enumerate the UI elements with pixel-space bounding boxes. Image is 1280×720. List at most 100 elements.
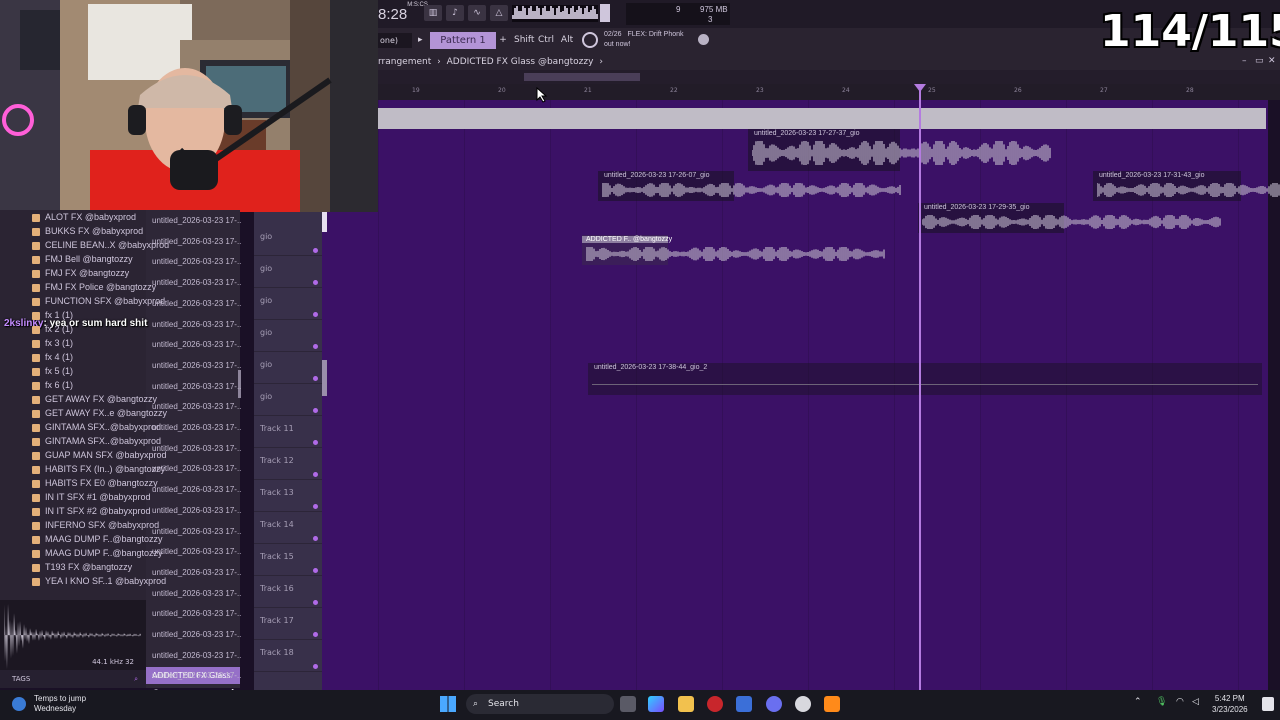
track-mute-icon[interactable] — [313, 248, 318, 253]
clip-list-item[interactable]: untitled_2026-03-23 17-.. — [152, 361, 241, 370]
clip-list-item[interactable]: untitled_2026-03-23 17-.. — [152, 589, 241, 598]
volume-icon[interactable]: ◁ — [1192, 697, 1199, 707]
clip-list-item[interactable]: untitled_2026-03-23 17-.. — [152, 299, 241, 308]
master-volume-meter[interactable] — [600, 4, 610, 22]
add-pattern-button[interactable]: + — [497, 33, 509, 48]
clip-list-item[interactable]: untitled_2026-03-23 17-.. — [152, 609, 241, 618]
browser-item[interactable]: GINTAMA SFX..@babyxprod — [45, 436, 161, 446]
track-scroll-handle[interactable] — [322, 212, 327, 232]
breadcrumb-section[interactable]: rrangement — [378, 57, 431, 67]
browser-item[interactable]: YEA I KNO SF..1 @babyxprod — [45, 576, 166, 586]
track-header[interactable]: Track 12 — [254, 448, 322, 480]
track-header[interactable]: Track 11 — [254, 416, 322, 448]
browser-item[interactable]: BUKKS FX @babyxprod — [45, 226, 143, 236]
clip-list-item[interactable]: untitled_2026-03-23 17-.. — [152, 423, 241, 432]
track-mute-icon[interactable] — [313, 600, 318, 605]
metronome-icon[interactable]: △ — [490, 5, 508, 21]
track-mute-icon[interactable] — [313, 376, 318, 381]
track-mute-icon[interactable] — [313, 504, 318, 509]
copilot-icon[interactable] — [648, 696, 664, 712]
audio-clip[interactable]: untitled_2026-03-23 17-29-35_gio — [918, 203, 1221, 233]
taskbar-search[interactable]: ⌕ Search — [466, 694, 614, 714]
browser-item[interactable]: fx 4 (1) — [45, 352, 73, 362]
browser-item[interactable]: FMJ FX Police @bangtozzy — [45, 282, 156, 292]
browser-item[interactable]: HABITS FX E0 @bangtozzy — [45, 478, 158, 488]
browser-item[interactable]: HABITS FX (In..) @bangtozzy — [45, 464, 165, 474]
notification-icon[interactable] — [1262, 697, 1274, 711]
opera-icon[interactable] — [707, 696, 723, 712]
play-arrow-icon[interactable]: ▸ — [418, 35, 423, 45]
top-audio-clip[interactable] — [378, 108, 1266, 129]
browser-item[interactable]: fx 5 (1) — [45, 366, 73, 376]
track-header[interactable]: Track 14 — [254, 512, 322, 544]
track-mute-icon[interactable] — [313, 344, 318, 349]
browser-item[interactable]: MAAG DUMP F..@bangtozzy — [45, 548, 163, 558]
mode-select[interactable]: one) — [378, 33, 412, 48]
discord-icon[interactable] — [766, 696, 782, 712]
browser-item[interactable]: fx 3 (1) — [45, 338, 73, 348]
clip-list-item[interactable]: untitled_2026-03-23 17-.. — [152, 464, 241, 473]
globe-icon[interactable] — [698, 34, 709, 45]
browser-item[interactable]: fx 2 (1) — [45, 324, 73, 334]
task-view-icon[interactable] — [620, 696, 636, 712]
track-mute-icon[interactable] — [313, 632, 318, 637]
track-mute-icon[interactable] — [313, 440, 318, 445]
microphone-icon[interactable]: 🎙 — [1156, 697, 1167, 707]
settings-gear-icon[interactable] — [795, 696, 811, 712]
clip-list-item[interactable]: untitled_2026-03-23 17-.. — [152, 547, 241, 556]
audio-clip[interactable]: untitled_2026-03-23 17-26-07_gio — [598, 171, 901, 201]
audio-clip[interactable]: untitled_2026-03-23 17-31-43_gio — [1093, 171, 1280, 201]
track-mute-icon[interactable] — [313, 280, 318, 285]
browser-item[interactable]: GET AWAY FX..e @bangtozzy — [45, 408, 167, 418]
track-header[interactable]: Track 13 — [254, 480, 322, 512]
track-mute-icon[interactable] — [313, 536, 318, 541]
browser-item[interactable]: MAAG DUMP F..@bangtozzy — [45, 534, 163, 544]
audio-clip-selected[interactable]: ADDICTED F.. @bangtozzy — [582, 235, 885, 265]
clip-list-item[interactable]: untitled_2026-03-23 17-.. — [152, 237, 241, 246]
news-icon[interactable] — [582, 32, 598, 48]
taskbar-clock[interactable]: 5:42 PM 3/23/2026 — [1212, 693, 1248, 715]
clip-list-item[interactable]: untitled_2026-03-23 17-.. — [152, 382, 241, 391]
clip-list-item[interactable]: untitled_2026-03-23 17-.. — [152, 278, 241, 287]
clip-list-item[interactable]: untitled_2026-03-23 17-.. — [152, 444, 241, 453]
overview-window[interactable] — [524, 73, 640, 81]
browser-item[interactable]: GINTAMA SFX..@babyxprod — [45, 422, 161, 432]
browser-item[interactable]: FMJ Bell @bangtozzy — [45, 254, 133, 264]
track-header[interactable]: Track 16 — [254, 576, 322, 608]
search-icon[interactable]: ⌕ — [134, 670, 138, 688]
browser-item[interactable]: FUNCTION SFX @babyxprod — [45, 296, 165, 306]
track-mute-icon[interactable] — [313, 408, 318, 413]
clip-list-item[interactable]: untitled_2026-03-23 17-.. — [152, 651, 241, 660]
browser-item[interactable]: fx 6 (1) — [45, 380, 73, 390]
track-mute-icon[interactable] — [313, 568, 318, 573]
clip-list-item[interactable]: untitled_2026-03-23 17-.. — [152, 506, 241, 515]
store-icon[interactable] — [736, 696, 752, 712]
time-ruler[interactable] — [378, 84, 1280, 100]
track-header[interactable]: Track 15 — [254, 544, 322, 576]
maximize-icon[interactable]: ▭ — [1255, 56, 1264, 66]
tags-bar[interactable]: TAGS ⌕ — [0, 670, 146, 688]
track-header[interactable]: gio — [254, 256, 322, 288]
track-header[interactable]: Track 17 — [254, 608, 322, 640]
breadcrumb-item[interactable]: ADDICTED FX Glass @bangtozzy — [447, 57, 594, 67]
clip-list-item[interactable]: untitled_2026-03-23 17-.. — [152, 320, 241, 329]
wait-icon[interactable]: ∿ — [468, 5, 486, 21]
track-header[interactable]: Track 18 — [254, 640, 322, 672]
playhead[interactable] — [919, 86, 921, 690]
clip-list-item[interactable]: untitled_2026-03-23 17-.. — [152, 527, 241, 536]
close-icon[interactable]: ✕ — [1268, 56, 1276, 66]
wifi-icon[interactable]: ◠ — [1176, 697, 1184, 707]
browser-item[interactable]: CELINE BEAN..X @babyxprod — [45, 240, 169, 250]
browser-item[interactable]: GUAP MAN SFX @babyxprod — [45, 450, 167, 460]
alt-button[interactable]: Alt — [559, 33, 575, 48]
browser-item[interactable]: IN IT SFX #2 @babyxprod — [45, 506, 151, 516]
track-header[interactable]: gio — [254, 384, 322, 416]
minimize-icon[interactable]: – — [1242, 56, 1247, 66]
fl-studio-icon[interactable] — [824, 696, 840, 712]
browser-item[interactable]: FMJ FX @bangtozzy — [45, 268, 129, 278]
clip-list-item[interactable]: untitled_2026-03-23 17-.. — [152, 402, 241, 411]
browser-item[interactable]: ALOT FX @babyxprod — [45, 212, 136, 222]
pattern-selector[interactable]: Pattern 1 — [430, 32, 496, 49]
track-mute-icon[interactable] — [313, 312, 318, 317]
piano-icon[interactable]: ▥ — [424, 5, 442, 21]
